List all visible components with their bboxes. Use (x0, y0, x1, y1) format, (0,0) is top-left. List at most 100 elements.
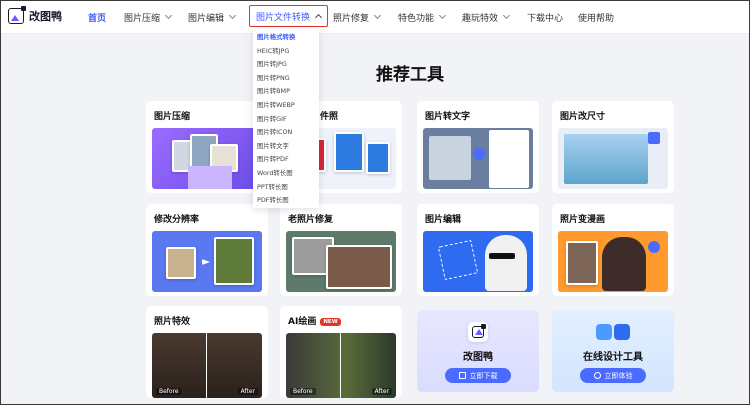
nav-help-label: 使用帮助 (578, 13, 615, 24)
tool-card-photo-effects[interactable]: 照片特效 Before After (146, 306, 268, 398)
card-thumbnail (152, 128, 262, 189)
page-title: 推荐工具 (376, 65, 444, 85)
promo-card-app-download[interactable]: 改图鸭 立即下载 (417, 310, 539, 392)
cat-image (485, 235, 527, 291)
convert-dropdown-menu: 图片格式转换 HEIC转JPG 图片转JPG 图片转PNG 图片转BMP 图片转WEBP 图… (253, 28, 319, 208)
card-thumbnail (152, 231, 262, 292)
cartoon-portrait (602, 237, 646, 291)
nav-features[interactable]: 特色功能 (398, 0, 447, 34)
card-thumbnail (286, 231, 396, 292)
card-thumbnail (423, 231, 533, 292)
card-title: 件照 (320, 112, 339, 122)
nav-compress-label: 图片压缩 (124, 13, 161, 24)
before-label: Before (156, 388, 182, 395)
tool-card-image-edit[interactable]: 图片编辑 (417, 204, 539, 296)
dropdown-item[interactable]: HEIC转JPG (253, 45, 319, 59)
resize-icon (648, 132, 660, 144)
try-now-button[interactable]: 立即体验 (580, 368, 646, 383)
dropdown-item[interactable]: 图片转GIF (253, 113, 319, 127)
source-photo (429, 136, 471, 180)
promo-title: 在线设计工具 (583, 352, 643, 363)
top-navigation: 改图鸭 首页 图片压缩 图片编辑 图片文件转换 照片修复 特色功能 趣玩特效 下… (0, 0, 750, 34)
chevron-down-icon (164, 11, 173, 20)
compare-divider (206, 333, 207, 398)
nav-home-label: 首页 (88, 13, 107, 24)
card-title: AI绘画 NEW (288, 314, 341, 327)
before-label: Before (290, 388, 316, 395)
portrait-blue (366, 142, 390, 174)
nav-help[interactable]: 使用帮助 (578, 0, 614, 34)
card-thumbnail: Before After (152, 333, 262, 398)
selection-box (437, 239, 479, 281)
card-thumbnail (558, 231, 668, 292)
chevron-down-icon (373, 11, 382, 20)
card-thumbnail: Before After (286, 333, 396, 398)
dropdown-item[interactable]: 图片转WEBP (253, 99, 319, 113)
tool-card-ai-painting[interactable]: AI绘画 NEW Before After (280, 306, 402, 398)
card-title: 图片转文字 (425, 112, 471, 122)
dropdown-item[interactable]: 图片转文字 (253, 140, 319, 154)
photo-image (566, 241, 598, 285)
compare-divider (340, 333, 341, 398)
nav-edit[interactable]: 图片编辑 (188, 0, 237, 34)
card-title-text: AI绘画 (288, 317, 317, 327)
card-thumbnail (558, 128, 668, 189)
after-label: After (371, 388, 392, 395)
sunglasses-icon (489, 253, 515, 259)
download-now-button[interactable]: 立即下载 (445, 368, 511, 383)
dog-photo-large (214, 237, 254, 285)
nav-download-label: 下载中心 (527, 13, 564, 24)
download-now-label: 立即下载 (469, 371, 498, 380)
dropdown-item[interactable]: 图片转JPG (253, 58, 319, 72)
dog-photo-small (166, 247, 196, 279)
dropdown-item[interactable]: 图片格式转换 (253, 31, 319, 45)
arrow-right-icon (473, 148, 485, 160)
nav-compress[interactable]: 图片压缩 (124, 0, 173, 34)
dropdown-item[interactable]: 图片转PNG (253, 72, 319, 86)
try-now-label: 立即体验 (604, 371, 633, 380)
tool-card-resize[interactable]: 图片改尺寸 (552, 101, 674, 193)
nav-fun[interactable]: 趣玩特效 (462, 0, 511, 34)
card-title: 图片压缩 (154, 112, 191, 122)
dropdown-item[interactable]: 图片转BMP (253, 85, 319, 99)
tool-card-compress[interactable]: 图片压缩 (146, 101, 268, 193)
chevron-down-icon (502, 11, 511, 20)
dropdown-item[interactable]: PPT转长图 (253, 181, 319, 195)
magic-wand-icon (648, 241, 660, 253)
chevron-up-icon (314, 13, 323, 22)
new-badge: NEW (320, 318, 341, 326)
tool-card-image-to-text[interactable]: 图片转文字 (417, 101, 539, 193)
design-tool-icon (595, 322, 631, 342)
logo-icon (8, 6, 26, 24)
nav-convert-label: 图片文件转换 (256, 12, 311, 23)
card-title: 修改分辨率 (154, 215, 200, 225)
chevron-down-icon (228, 11, 237, 20)
tool-card-old-photo-repair[interactable]: 老照片修复 (280, 204, 402, 296)
card-thumbnail (423, 128, 533, 189)
logo[interactable]: 改图鸭 (8, 6, 62, 24)
download-icon (458, 372, 466, 379)
nav-repair-label: 照片修复 (333, 13, 370, 24)
dropdown-item[interactable]: Word转长图 (253, 167, 319, 181)
edit-icon (593, 372, 601, 379)
dropdown-item[interactable]: 图片转ICON (253, 126, 319, 140)
nav-convert[interactable]: 图片文件转换 (249, 5, 329, 27)
arrow-right-icon (202, 259, 210, 265)
repaired-photo (326, 245, 392, 289)
tool-card-resolution[interactable]: 修改分辨率 (146, 204, 268, 296)
nav-repair[interactable]: 照片修复 (333, 0, 382, 34)
dropdown-item[interactable]: PDF转长图 (253, 194, 319, 208)
nav-download[interactable]: 下载中心 (527, 0, 563, 34)
tool-card-photo-to-cartoon[interactable]: 照片变漫画 (552, 204, 674, 296)
promo-title: 改图鸭 (463, 352, 493, 363)
app-logo-icon (468, 322, 488, 342)
nav-home[interactable]: 首页 (88, 0, 106, 34)
card-title: 照片特效 (154, 317, 191, 327)
after-label: After (237, 388, 258, 395)
sky-photo (564, 134, 648, 184)
logo-text: 改图鸭 (29, 10, 62, 23)
nav-features-label: 特色功能 (398, 13, 435, 24)
text-document (489, 130, 529, 188)
promo-card-design-tool[interactable]: 在线设计工具 立即体验 (552, 310, 674, 392)
dropdown-item[interactable]: 图片转PDF (253, 153, 319, 167)
